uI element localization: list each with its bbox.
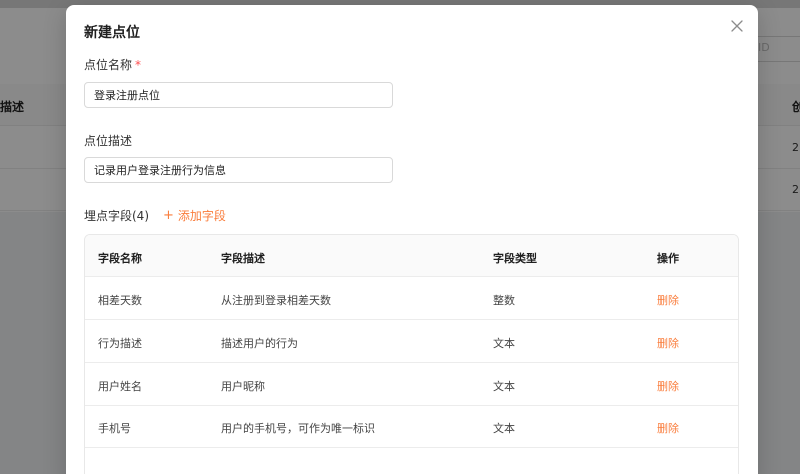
plus-icon: + [163,208,174,223]
close-button[interactable] [728,17,746,35]
header-field-type: 字段类型 [493,252,537,265]
point-name-label-text: 点位名称 [84,58,133,72]
cell-field-description: 用户昵称 [221,380,265,393]
table-row: 相差天数 从注册到登录相差天数 整数 删除 [85,277,738,320]
table-header: 字段名称 字段描述 字段类型 操作 [85,235,738,277]
cell-field-description: 从注册到登录相差天数 [221,294,331,307]
point-name-input[interactable] [84,82,393,108]
modal-title: 新建点位 [84,25,140,41]
required-mark: * [135,58,142,72]
cell-field-type: 文本 [493,337,515,350]
cell-field-description: 描述用户的行为 [221,337,298,350]
cell-field-name: 行为描述 [98,337,142,350]
cell-field-type: 文本 [493,380,515,393]
fields-section-header: 埋点字段(4) + 添加字段 [84,207,226,224]
header-field-description: 字段描述 [221,252,265,265]
cell-field-name: 用户姓名 [98,380,142,393]
add-field-button[interactable]: + 添加字段 [163,207,226,224]
table-row: 用户姓名 用户昵称 文本 删除 [85,363,738,406]
table-row: 行为描述 描述用户的行为 文本 删除 [85,320,738,363]
cell-field-description: 用户的手机号，可作为唯一标识 [221,422,375,435]
delete-button[interactable]: 删除 [657,335,679,351]
cell-field-name: 相差天数 [98,294,142,307]
header-action: 操作 [657,252,679,265]
new-point-modal: 新建点位 点位名称* 点位描述 埋点字段(4) + 添加字段 字段名称 字段描述… [66,5,758,474]
delete-button[interactable]: 删除 [657,292,679,308]
cell-field-type: 文本 [493,422,515,435]
fields-title: 埋点字段(4) [84,209,149,223]
delete-button[interactable]: 删除 [657,378,679,394]
point-description-input[interactable] [84,157,393,183]
add-field-label: 添加字段 [177,209,226,223]
table-row: 手机号 用户的手机号，可作为唯一标识 文本 删除 [85,405,738,448]
cell-field-type: 整数 [493,294,515,307]
point-name-label: 点位名称 * [84,56,141,73]
delete-button[interactable]: 删除 [657,420,679,436]
cell-field-name: 手机号 [98,422,131,435]
header-field-name: 字段名称 [98,252,142,265]
point-description-label: 点位描述 [84,134,133,148]
close-icon [731,20,743,32]
fields-table: 字段名称 字段描述 字段类型 操作 相差天数 从注册到登录相差天数 整数 删除 … [84,234,739,474]
